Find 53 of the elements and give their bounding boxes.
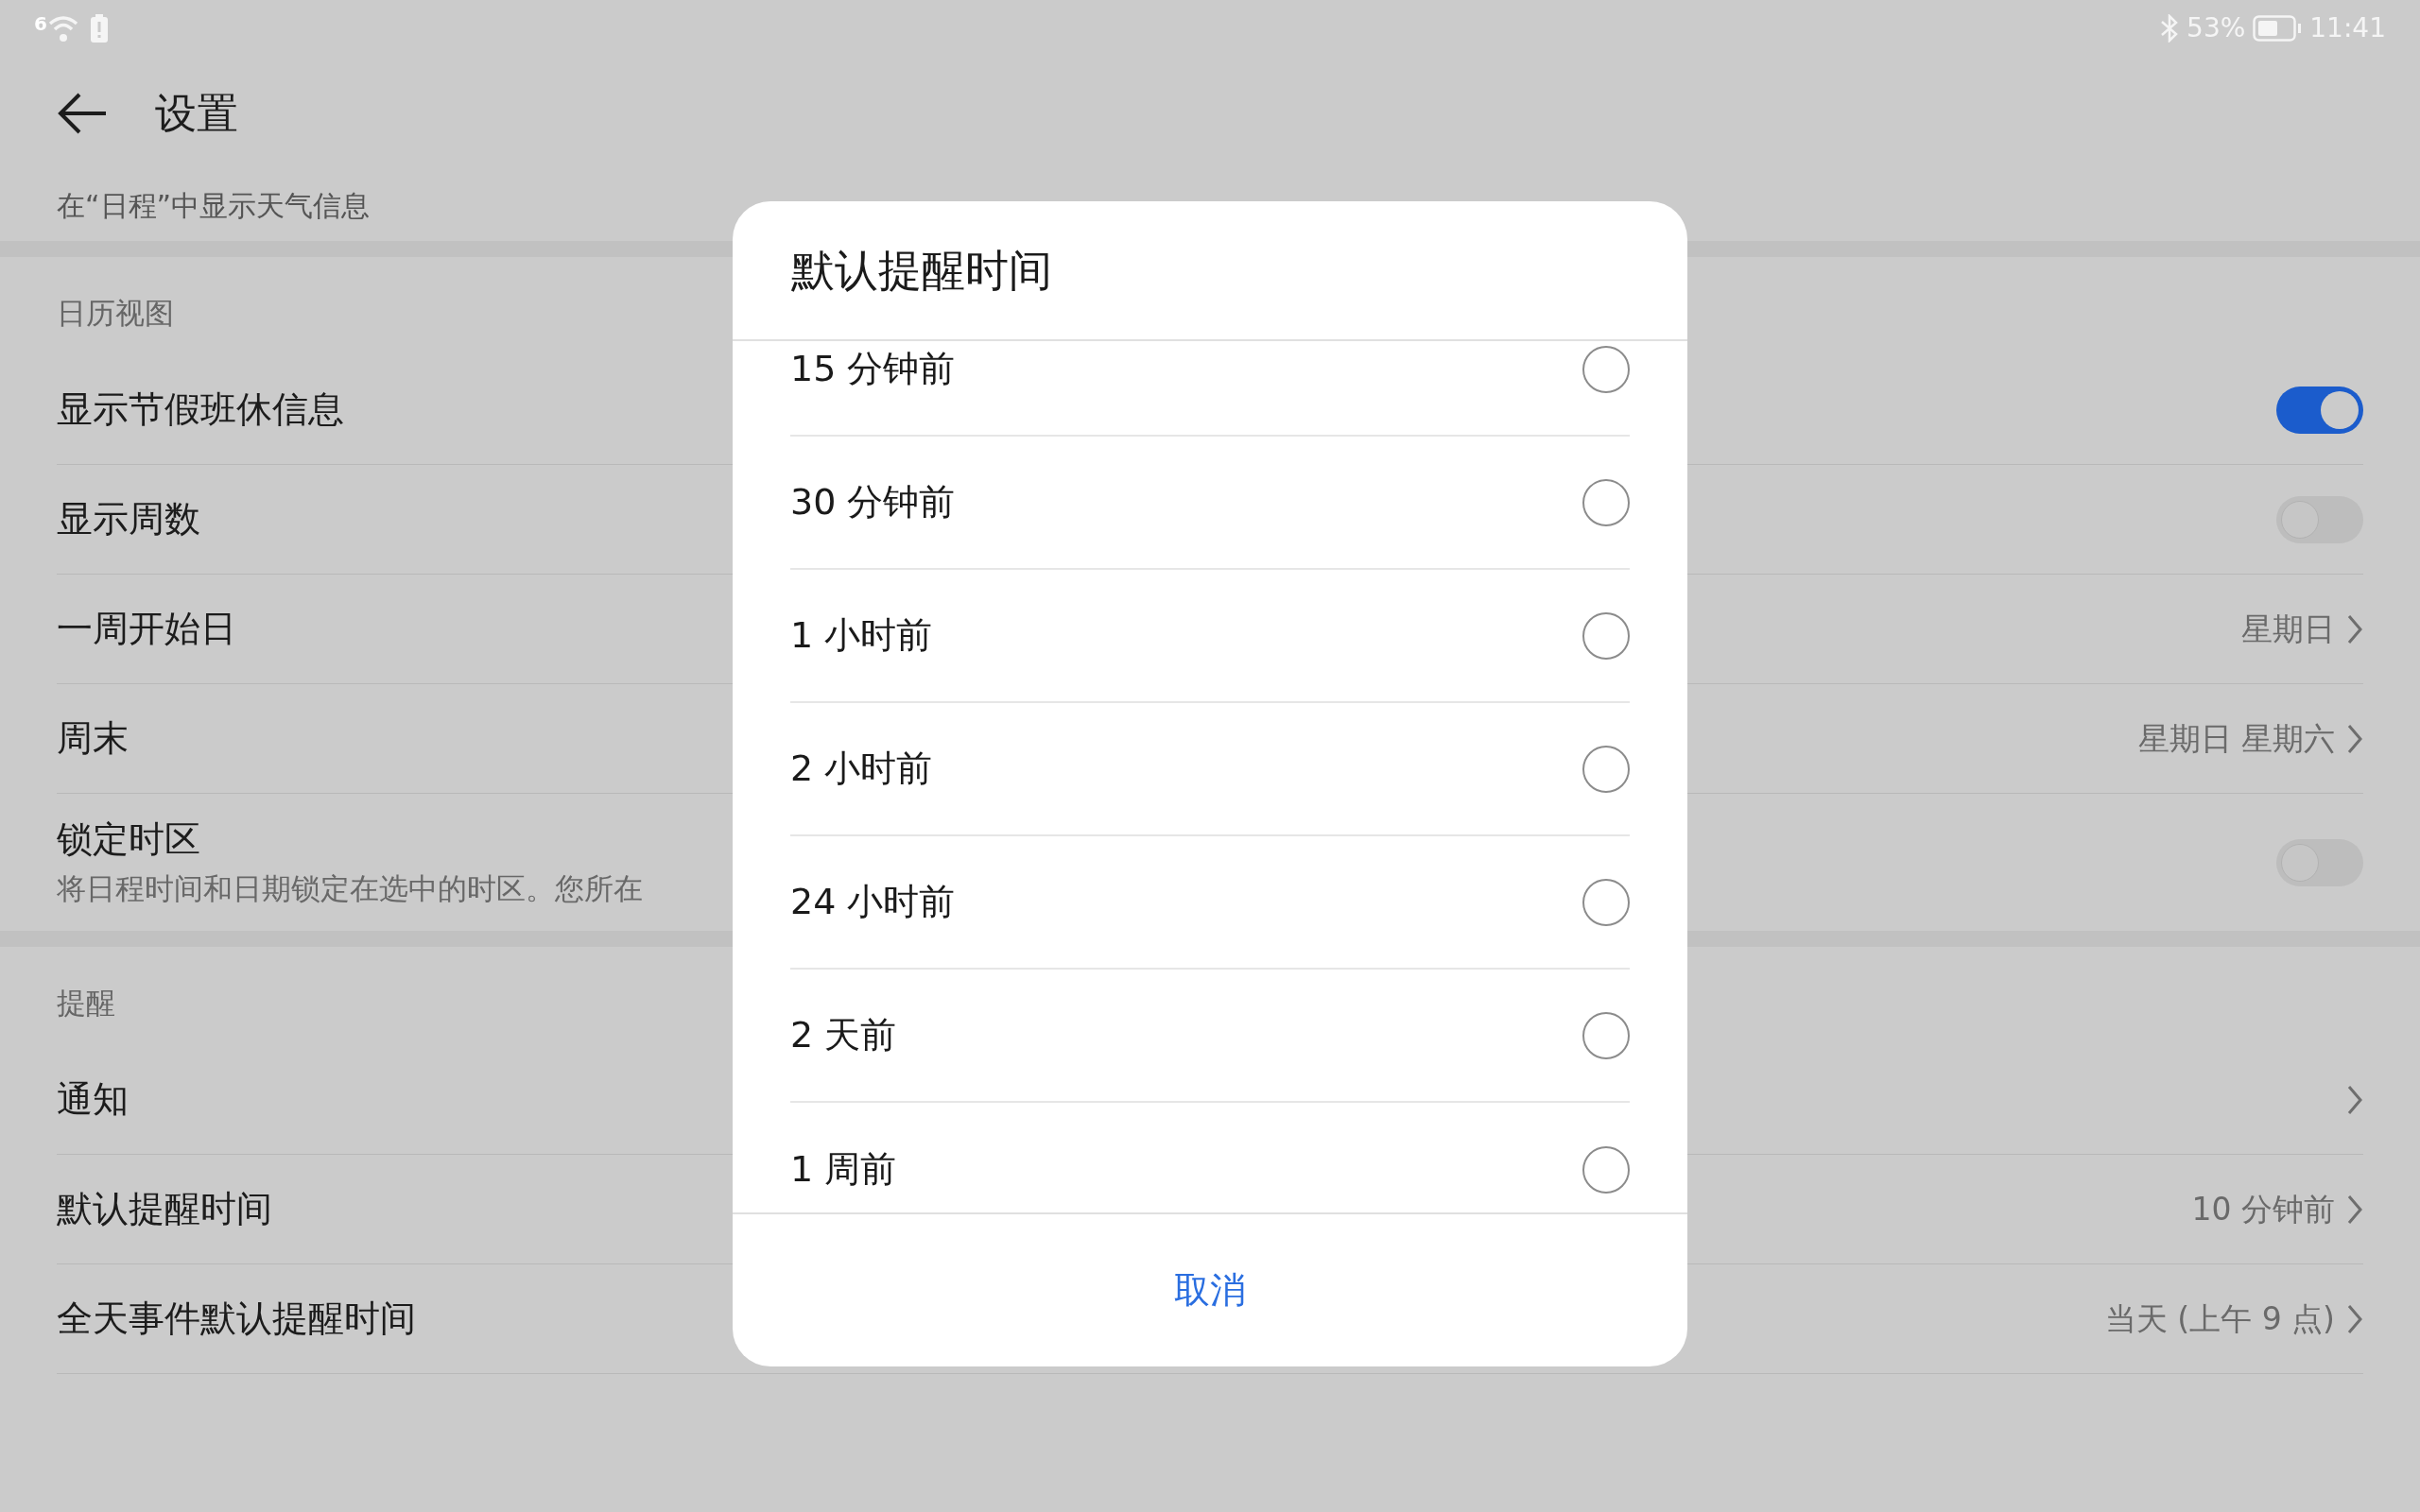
setting-description: 将日程时间和日期锁定在选中的时区。您所在 bbox=[57, 869, 643, 907]
battery-alert-icon bbox=[90, 14, 108, 43]
radio-button[interactable] bbox=[1582, 611, 1630, 660]
option-item[interactable]: 1 小时前 bbox=[790, 570, 1630, 703]
back-arrow-icon[interactable] bbox=[57, 92, 108, 135]
setting-value: 星期日 星期六 bbox=[2137, 718, 2335, 759]
bluetooth-icon bbox=[2160, 14, 2180, 43]
option-label: 24 小时前 bbox=[790, 880, 956, 924]
option-label: 1 小时前 bbox=[790, 613, 933, 658]
option-item[interactable]: 2 天前 bbox=[790, 970, 1630, 1103]
setting-label: 锁定时区 bbox=[57, 817, 200, 863]
option-item[interactable]: 2 小时前 bbox=[790, 703, 1630, 836]
setting-label: 全天事件默认提醒时间 bbox=[57, 1296, 416, 1341]
chevron-right-icon bbox=[2346, 1302, 2363, 1335]
setting-description: 在“日程”中显示天气信息 bbox=[57, 188, 371, 224]
option-label: 2 天前 bbox=[790, 1013, 897, 1057]
setting-label: 显示节假班休信息 bbox=[57, 387, 344, 432]
radio-button[interactable] bbox=[1582, 478, 1630, 526]
option-item[interactable]: 1 周前 bbox=[790, 1103, 1630, 1212]
cancel-button[interactable]: 取消 bbox=[1151, 1256, 1269, 1325]
radio-button[interactable] bbox=[1582, 1011, 1630, 1059]
dialog-title: 默认提醒时间 bbox=[791, 243, 1052, 298]
toggle-switch[interactable] bbox=[2276, 838, 2363, 886]
radio-button[interactable] bbox=[1582, 745, 1630, 793]
chevron-right-icon bbox=[2346, 1083, 2363, 1116]
setting-value: 星期日 bbox=[2241, 609, 2335, 649]
section-title: 日历视图 bbox=[57, 294, 174, 332]
option-label: 15 分钟前 bbox=[790, 347, 956, 391]
setting-value: 当天 (上午 9 点) bbox=[2104, 1298, 2335, 1339]
chevron-right-icon bbox=[2346, 1193, 2363, 1226]
wifi-icon bbox=[46, 14, 79, 43]
page-title: 设置 bbox=[155, 88, 238, 139]
option-label: 2 小时前 bbox=[790, 747, 933, 791]
radio-button[interactable] bbox=[1582, 345, 1630, 393]
setting-label: 显示周数 bbox=[57, 496, 200, 541]
battery-icon bbox=[2253, 15, 2303, 42]
setting-label: 周末 bbox=[57, 715, 129, 761]
option-item[interactable]: 30 分钟前 bbox=[790, 437, 1630, 570]
setting-label: 一周开始日 bbox=[57, 606, 236, 651]
section-title: 提醒 bbox=[57, 984, 115, 1022]
option-item[interactable]: 24 小时前 bbox=[790, 836, 1630, 970]
setting-label: 默认提醒时间 bbox=[57, 1186, 272, 1231]
option-label: 1 周前 bbox=[790, 1147, 897, 1192]
setting-label: 通知 bbox=[57, 1076, 129, 1122]
option-item[interactable]: 15 分钟前 bbox=[790, 341, 1630, 437]
chevron-right-icon bbox=[2346, 722, 2363, 755]
radio-button[interactable] bbox=[1582, 1145, 1630, 1194]
option-label: 30 分钟前 bbox=[790, 480, 956, 524]
setting-value: 10 分钟前 bbox=[2191, 1189, 2335, 1229]
chevron-right-icon bbox=[2346, 612, 2363, 645]
radio-button[interactable] bbox=[1582, 878, 1630, 926]
toggle-switch[interactable] bbox=[2276, 495, 2363, 543]
toggle-switch[interactable] bbox=[2276, 386, 2363, 434]
